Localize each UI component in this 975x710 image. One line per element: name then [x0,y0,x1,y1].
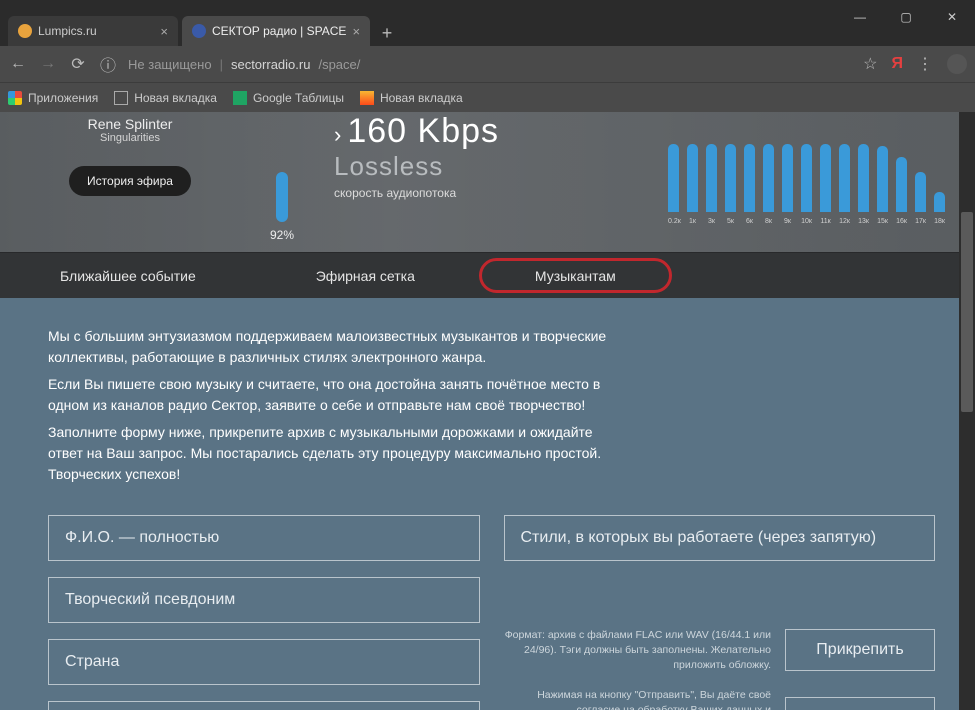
favicon [192,24,206,38]
forward-icon[interactable]: → [38,55,58,73]
apps-button[interactable]: Приложения [8,91,98,105]
favicon [18,24,32,38]
chevron-right-icon: › [334,122,341,147]
new-tab-button[interactable]: + [374,20,400,46]
musicians-section: Мы с большим энтузиазмом поддерживаем ма… [0,298,975,710]
attach-hint: Формат: архив с файлами FLAC или WAV (16… [504,628,772,672]
intro-text: Мы с большим энтузиазмом поддерживаем ма… [48,326,608,491]
intro-paragraph: Заполните форму ниже, прикрепите архив с… [48,422,608,485]
eq-bar [801,144,812,212]
scrollbar-track[interactable] [959,112,975,710]
star-icon[interactable]: ☆ [863,54,877,74]
bitrate-block: ›160 Kbps Lossless скорость аудиопотока [334,112,499,200]
submit-form: Ф.И.О. — полностью Творческий псевдоним … [48,515,935,710]
buffer-indicator: 92% [270,112,294,242]
menu-icon[interactable]: ⋮ [917,54,933,74]
url-host: sectorradio.ru [231,57,310,72]
country-field[interactable]: Страна [48,639,480,685]
submit-button[interactable]: Отправить [785,697,935,710]
window-controls: — ▢ ✕ [837,0,975,34]
window-maximize[interactable]: ▢ [883,0,929,34]
address-bar: ← → ⟳ ⓘ Не защищено | sectorradio.ru/spa… [0,46,975,82]
eq-bar [934,192,945,212]
eq-bar [687,144,698,212]
email-field[interactable]: Ваш e-mail [48,701,480,710]
close-icon[interactable]: × [160,24,168,39]
equalizer: 0.2к 1к 3к 5к 6к 8к 9к 10к 11к 12к 13к 1… [668,112,945,225]
yandex-icon[interactable]: Я [892,55,904,73]
window-minimize[interactable]: — [837,0,883,34]
apps-icon [8,91,22,105]
styles-field[interactable]: Стили, в которых вы работаете (через зап… [504,515,936,561]
hero-section: Rene Splinter Singularities История эфир… [0,112,975,252]
url-path: /space/ [318,57,360,72]
eq-bar [725,144,736,212]
eq-bar [896,157,907,212]
bitrate-value: 160 Kbps [347,112,499,150]
not-secure-label: Не защищено [128,57,212,72]
alias-field[interactable]: Творческий псевдоним [48,577,480,623]
bookmark-item[interactable]: Google Таблицы [233,91,344,105]
eq-bar [839,144,850,212]
eq-labels: 0.2к 1к 3к 5к 6к 8к 9к 10к 11к 12к 13к 1… [668,218,945,225]
url-box[interactable]: Не защищено | sectorradio.ru/space/ [128,57,853,72]
eq-bar [706,144,717,212]
eq-bar [858,144,869,212]
browser-tab-sector[interactable]: СЕКТОР радио | SPACE × [182,16,370,46]
section-tabs: Ближайшее событие Эфирная сетка Музыкант… [0,252,975,298]
eq-bar [915,172,926,212]
intro-paragraph: Мы с большим энтузиазмом поддерживаем ма… [48,326,608,368]
buffer-bar [276,172,288,222]
bitrate-caption: скорость аудиопотока [334,186,499,200]
buffer-percent: 92% [270,228,294,242]
bookmarks-bar: Приложения Новая вкладка Google Таблицы … [0,82,975,112]
page-icon [114,91,128,105]
sheets-icon [233,91,247,105]
bookmark-item[interactable]: Новая вкладка [114,91,217,105]
tab-musicians[interactable]: Музыкантам [475,253,676,298]
eq-bar [763,144,774,212]
tab-schedule[interactable]: Эфирная сетка [256,253,475,298]
artist-name: Rene Splinter [30,116,230,132]
reload-icon[interactable]: ⟳ [68,54,88,74]
history-button[interactable]: История эфира [69,166,191,196]
bookmark-item[interactable]: Новая вкладка [360,91,463,105]
scrollbar-thumb[interactable] [961,212,973,412]
eq-bar [782,144,793,212]
tab-upcoming-event[interactable]: Ближайшее событие [0,253,256,298]
eq-bar [820,144,831,212]
tab-title: СЕКТОР радио | SPACE [212,24,346,38]
tab-strip: Lumpics.ru × СЕКТОР радио | SPACE × + [0,12,975,46]
page-icon [360,91,374,105]
eq-bar [744,144,755,212]
page-viewport: Rene Splinter Singularities История эфир… [0,112,975,710]
titlebar [0,0,975,12]
track-name: Singularities [30,132,230,144]
eq-bar [668,144,679,212]
browser-tab-lumpics[interactable]: Lumpics.ru × [8,16,178,46]
submit-hint: Нажимая на кнопку "Отправить", Вы даёте … [504,688,772,710]
intro-paragraph: Если Вы пишете свою музыку и считаете, ч… [48,374,608,416]
back-icon[interactable]: ← [8,55,28,73]
fullname-field[interactable]: Ф.И.О. — полностью [48,515,480,561]
now-playing: Rene Splinter Singularities [30,116,230,146]
close-icon[interactable]: × [352,24,360,39]
eq-bar [877,146,888,212]
profile-avatar[interactable] [947,54,967,74]
window-close[interactable]: ✕ [929,0,975,34]
tab-title: Lumpics.ru [38,24,97,38]
info-icon[interactable]: ⓘ [98,52,118,76]
attach-button[interactable]: Прикрепить [785,629,935,671]
lossless-label: Lossless [334,151,499,182]
